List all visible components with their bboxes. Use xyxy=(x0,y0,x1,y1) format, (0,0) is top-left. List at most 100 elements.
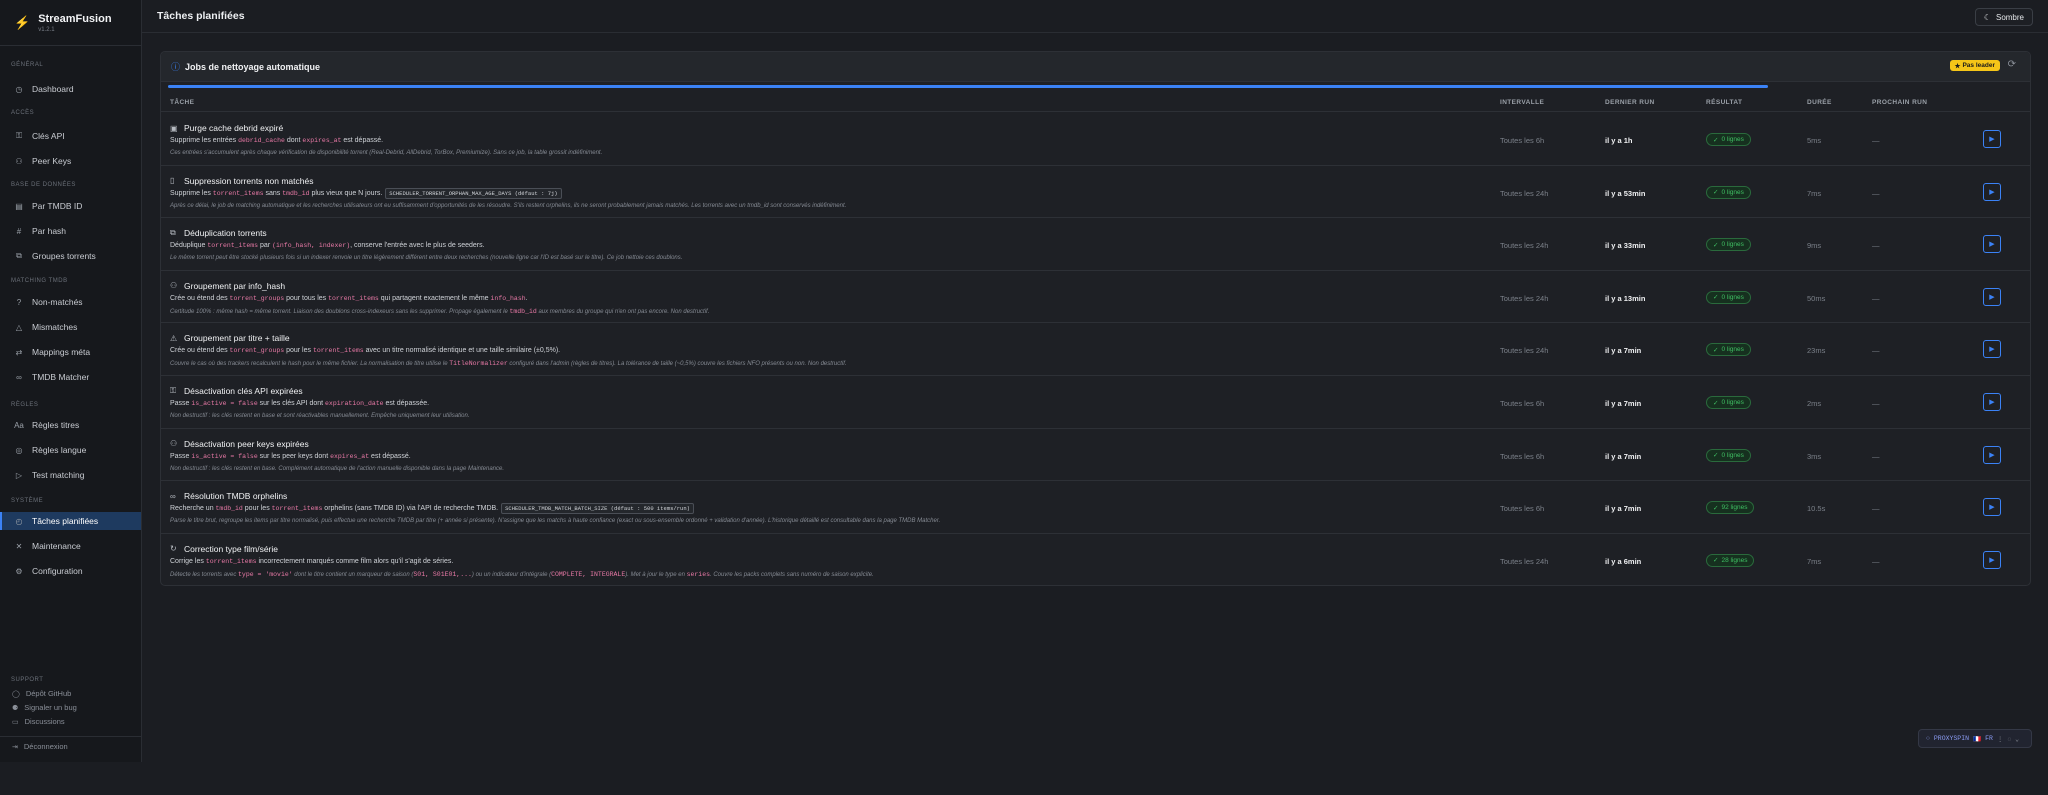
inline-code: torrent_items xyxy=(312,347,364,355)
sidebar-item-4-2[interactable]: ▷ Test matching xyxy=(0,466,141,484)
next-run: — xyxy=(1872,451,1880,461)
col-next-run: PROCHAIN RUN xyxy=(1872,99,1928,106)
check-icon: ✓ xyxy=(1713,557,1719,565)
sidebar-item-3-1[interactable]: △ Mismatches xyxy=(0,318,141,336)
flag-icon: 🇫🇷 xyxy=(1973,735,1982,743)
check-icon: ✓ xyxy=(1713,136,1719,144)
result-badge: ✓ 0 lignes xyxy=(1706,185,1751,199)
sidebar-item-2-2[interactable]: ⧉ Groupes torrents xyxy=(0,247,141,265)
settings-icon: ⚙ xyxy=(15,566,23,576)
users-off-icon: ⚇ xyxy=(170,439,178,449)
sidebar-item-3-3[interactable]: ∞ TMDB Matcher xyxy=(0,368,141,386)
task-description: Déduplique torrent_items par (info_hash,… xyxy=(170,242,485,250)
interval: Toutes les 6h xyxy=(1500,136,1545,145)
sidebar-section-2: Base de données xyxy=(11,182,76,188)
sidebar-section-5: Système xyxy=(11,498,44,504)
hash-icon: # xyxy=(16,226,22,236)
run-now-button[interactable]: ▶ xyxy=(1983,182,2001,201)
inline-code: S01, S01E01,... xyxy=(413,570,472,578)
sidebar-item-0-0[interactable]: ◷ Dashboard xyxy=(0,80,141,98)
check-icon: ✓ xyxy=(1713,504,1719,512)
last-run: il y a 7min xyxy=(1605,504,1642,514)
sidebar-section-4: Règles xyxy=(11,402,39,408)
group-icon: ⚇ xyxy=(170,281,178,291)
brand[interactable]: ⚡ StreamFusion v1.2.1 xyxy=(0,0,141,46)
last-run: il y a 13min xyxy=(1605,293,1646,303)
run-now-button[interactable]: ▶ xyxy=(1983,130,2001,148)
key-off-icon: ⚿ xyxy=(170,386,177,395)
inline-code: torrent_items xyxy=(328,294,379,302)
progress-bar xyxy=(168,85,1768,88)
sidebar-section-3: Matching TMDB xyxy=(11,278,68,284)
table-header: TÂCHE INTERVALLE DERNIER RUN RÉSULTAT DU… xyxy=(161,92,2030,112)
duration: 9ms xyxy=(1807,241,1822,251)
next-run: — xyxy=(1872,241,1880,251)
play-icon: ▶ xyxy=(1989,293,1995,301)
logout-link[interactable]: ⇥ Déconnexion xyxy=(12,742,68,751)
table-row: ⚇ Groupement par info_hash Crée ou étend d… xyxy=(161,271,2030,324)
result-badge: ✓ 0 lignes xyxy=(1706,448,1751,462)
check-icon: ✓ xyxy=(1713,294,1719,302)
sidebar-item-2-0[interactable]: ▤ Par TMDB ID xyxy=(0,197,141,215)
lang-label: FR xyxy=(1985,735,1993,742)
sidebar-item-label: Configuration xyxy=(32,566,83,576)
inline-code: tmdb_id xyxy=(509,307,537,315)
proxyspin-widget[interactable]: ○ PROXYSPIN 🇫🇷 FR ⋮ ◌ ⌄ xyxy=(1918,729,2032,748)
sidebar-item-3-2[interactable]: ⇄ Mappings méta xyxy=(0,343,141,361)
run-now-button[interactable]: ▶ xyxy=(1983,287,2001,306)
sidebar-item-1-1[interactable]: ⚇ Peer Keys xyxy=(0,152,141,170)
bolt-icon: ⚡ xyxy=(14,14,31,30)
sidebar-item-4-1[interactable]: ◎ Règles langue xyxy=(0,441,141,459)
cleanup-jobs-card: ⓘ Jobs de nettoyage automatique ★ Pas lea… xyxy=(160,51,2031,586)
run-now-button[interactable]: ▶ xyxy=(1983,235,2001,254)
result-badge: ✓ 0 lignes xyxy=(1706,396,1751,409)
duration: 10.5s xyxy=(1807,504,1826,514)
theme-toggle-button[interactable]: ☾ Sombre xyxy=(1974,8,2033,26)
sidebar-item-3-0[interactable]: ? Non-matchés xyxy=(0,293,141,311)
check-icon: ✓ xyxy=(1713,452,1719,460)
sidebar-item-2-1[interactable]: # Par hash xyxy=(0,222,141,240)
interval: Toutes les 24h xyxy=(1500,346,1549,356)
sidebar-item-label: Mappings méta xyxy=(32,347,91,357)
support-link-2[interactable]: ▭ Discussions xyxy=(12,717,65,726)
database-icon: ▣ xyxy=(170,123,178,133)
task-note: Détecte les torrents avec type = 'movie'… xyxy=(170,570,874,578)
inline-code: debrid_cache xyxy=(238,137,285,144)
inline-code: series xyxy=(686,570,711,578)
refresh-icon[interactable]: ⟳ xyxy=(2008,59,2016,70)
result-badge: ✓ 0 lignes xyxy=(1706,133,1751,146)
interval: Toutes les 24h xyxy=(1500,188,1549,198)
sidebar-item-1-0[interactable]: ⚿ Clés API xyxy=(0,127,141,145)
sidebar-section-0: Général xyxy=(11,62,44,68)
task-description: Supprime les torrent_items sans tmdb_id … xyxy=(170,187,562,199)
inline-code: info_hash xyxy=(490,294,526,302)
support-link-1[interactable]: ⚈ Signaler un bug xyxy=(12,703,77,712)
inline-code: tmdb_id xyxy=(215,505,243,513)
run-now-button[interactable]: ▶ xyxy=(1983,393,2001,411)
play-icon: ▶ xyxy=(1989,241,1995,249)
interval: Toutes les 24h xyxy=(1500,293,1549,303)
last-run: il y a 1h xyxy=(1605,136,1633,145)
sidebar-item-5-2[interactable]: ⚙ Configuration xyxy=(0,562,141,580)
page-title: Tâches planifiées xyxy=(157,10,245,22)
card-header: ⓘ Jobs de nettoyage automatique xyxy=(161,52,2030,82)
sidebar-item-label: Par TMDB ID xyxy=(32,201,83,211)
support-link-0[interactable]: ◯ Dépôt GitHub xyxy=(12,689,71,698)
duration: 7ms xyxy=(1807,188,1822,198)
last-run: il y a 7min xyxy=(1605,346,1642,356)
run-now-button[interactable]: ▶ xyxy=(1983,550,2001,569)
sidebar-item-label: Non-matchés xyxy=(32,297,83,307)
globe-icon: ◎ xyxy=(15,445,23,455)
run-now-button[interactable]: ▶ xyxy=(1983,445,2001,464)
sidebar-item-5-1[interactable]: ✕ Maintenance xyxy=(0,537,141,555)
run-now-button[interactable]: ▶ xyxy=(1983,498,2001,517)
users-icon: ⚇ xyxy=(15,156,23,166)
sidebar-item-5-0[interactable]: ◴ Tâches planifiées xyxy=(0,512,141,530)
interval: Toutes les 6h xyxy=(1500,451,1545,461)
star-icon: ★ xyxy=(1954,62,1961,70)
shuffle-icon: ⇄ xyxy=(15,347,23,357)
run-now-button[interactable]: ▶ xyxy=(1983,340,2001,359)
next-run: — xyxy=(1872,399,1880,408)
table-row: ⚇ Désactivation peer keys expirées Passe i… xyxy=(161,429,2030,482)
sidebar-item-4-0[interactable]: Aa Règles titres xyxy=(0,416,141,434)
